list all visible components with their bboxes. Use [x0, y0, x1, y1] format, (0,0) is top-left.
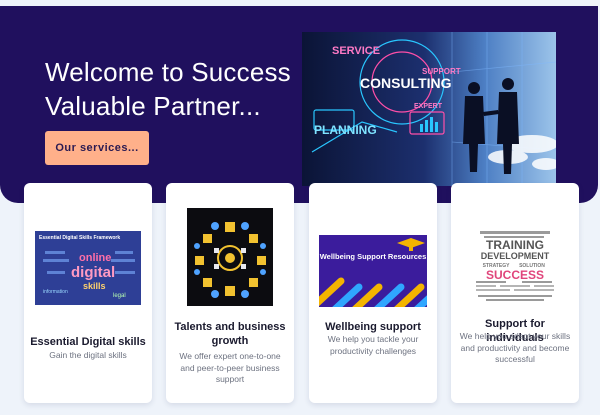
hero-banner: Welcome to Success Valuable Partner... O…	[0, 6, 598, 203]
hero-consulting-image: SERVICE SUPPORT CONSULTING PLANNING EXPE…	[302, 32, 556, 186]
word-legal: legal	[113, 293, 126, 299]
word-online: online	[79, 252, 111, 264]
hero-title-line-1: Welcome to Success	[45, 57, 291, 87]
word-development: DEVELOPMENT	[481, 251, 550, 261]
hero-title-line-2: Valuable Partner...	[45, 91, 261, 121]
hero-image-word-expert: EXPERT	[414, 103, 443, 110]
word-training: TRAINING	[486, 238, 544, 252]
hero-image-word-service: SERVICE	[332, 45, 380, 57]
business-growth-icons-image	[187, 208, 273, 306]
hero-image-word-planning: PLANNING	[314, 123, 377, 137]
card-essential-digital-skills[interactable]: Essential Digital Skills Framework onlin…	[24, 183, 152, 403]
training-development-illustration: TRAINING DEVELOPMENT STRATEGY SOLUTION S…	[476, 231, 554, 301]
card-title: Wellbeing support	[325, 321, 421, 333]
hero-consulting-illustration: SERVICE SUPPORT CONSULTING PLANNING EXPE…	[311, 32, 556, 186]
card-talents-business-growth[interactable]: Talents and business growth We offer exp…	[166, 183, 294, 403]
wellbeing-illustration: Wellbeing Support Resources	[319, 235, 427, 307]
our-services-button[interactable]: Our services...	[45, 131, 149, 165]
word-digital: digital	[71, 264, 115, 281]
word-information: information	[43, 289, 68, 295]
word-success: SUCCESS	[486, 268, 544, 282]
word-skills: skills	[83, 281, 106, 291]
hero-title: Welcome to Success Valuable Partner...	[45, 55, 291, 123]
wellbeing-resources-image: Wellbeing Support Resources	[319, 235, 427, 307]
digital-skills-image-caption: Essential Digital Skills Framework	[39, 235, 120, 241]
business-growth-illustration	[187, 208, 273, 306]
card-title: Talents and business growth	[174, 321, 286, 347]
card-description: Gain the digital skills	[49, 350, 127, 360]
wellbeing-image-caption: Wellbeing Support Resources	[320, 252, 427, 261]
card-description: We help you tackle your productivity cha…	[327, 334, 419, 356]
digital-skills-word-cloud-image: Essential Digital Skills Framework onlin…	[35, 231, 141, 305]
card-title: Essential Digital skills	[30, 336, 146, 348]
card-description: We help you adapt your skills and produc…	[459, 331, 571, 364]
card-description: We offer expert one-to-one and peer-to-p…	[179, 351, 281, 384]
card-support-for-individuals[interactable]: TRAINING DEVELOPMENT STRATEGY SOLUTION S…	[451, 183, 579, 403]
hero-image-word-consulting: CONSULTING	[360, 75, 452, 91]
training-development-word-cloud-image: TRAINING DEVELOPMENT STRATEGY SOLUTION S…	[474, 225, 556, 305]
card-wellbeing-support[interactable]: Wellbeing Support Resources Wellbeing su…	[309, 183, 437, 403]
digital-skills-illustration: Essential Digital Skills Framework onlin…	[35, 231, 141, 305]
